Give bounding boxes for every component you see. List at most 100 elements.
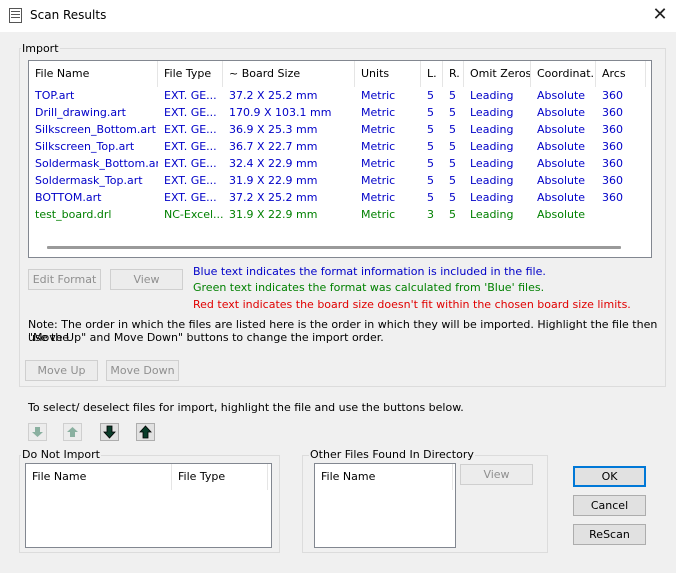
cell-file-name: TOP.art	[35, 89, 75, 102]
cell-l: 5	[427, 174, 434, 187]
arrow-down-small-icon	[32, 427, 43, 437]
cell-r: 5	[449, 191, 456, 204]
column-header-file-name[interactable]: File Name	[315, 464, 453, 490]
cell-coordinates: Absolute	[537, 174, 586, 187]
cell-l: 3	[427, 208, 434, 221]
cell-coordinates: Absolute	[537, 157, 586, 170]
rescan-button[interactable]: ReScan	[573, 524, 646, 545]
cell-file-name: Silkscreen_Bottom.art	[35, 123, 156, 136]
cell-file-type: EXT. GE...	[164, 157, 217, 170]
cell-arcs: 360	[602, 123, 623, 136]
cell-omit-zeros: Leading	[470, 140, 514, 153]
cancel-button[interactable]: Cancel	[573, 495, 646, 516]
column-header-board-size[interactable]: ~ Board Size	[223, 61, 355, 87]
table-row[interactable]: Soldermask_Bottom.art EXT. GE... 32.4 X 22…	[29, 155, 649, 172]
cell-omit-zeros: Leading	[470, 157, 514, 170]
other-files-view-button[interactable]: View	[460, 464, 533, 485]
table-row[interactable]: Soldermask_Top.art EXT. GE... 31.9 X 22.9 …	[29, 172, 649, 189]
cell-units: Metric	[361, 174, 396, 187]
cell-file-type: EXT. GE...	[164, 140, 217, 153]
app-icon	[9, 8, 22, 23]
cell-r: 5	[449, 174, 456, 187]
horizontal-scrollbar[interactable]	[47, 246, 621, 249]
select-instruction: To select/ deselect files for import, hi…	[28, 401, 464, 414]
cell-arcs: 360	[602, 191, 623, 204]
cell-board-size: 36.7 X 22.7 mm	[229, 140, 318, 153]
table-row[interactable]: BOTTOM.art EXT. GE... 37.2 X 25.2 mm Metric…	[29, 189, 649, 206]
cell-file-name: Silkscreen_Top.art	[35, 140, 135, 153]
cell-units: Metric	[361, 106, 396, 119]
cell-r: 5	[449, 140, 456, 153]
cell-r: 5	[449, 89, 456, 102]
move-down-to-other-button[interactable]	[100, 423, 119, 441]
close-icon[interactable]: ✕	[651, 6, 669, 24]
column-header-file-type[interactable]: File Type	[158, 61, 223, 87]
cell-board-size: 170.9 X 103.1 mm	[229, 106, 332, 119]
arrow-up-small-icon	[67, 427, 78, 437]
cell-arcs: 360	[602, 157, 623, 170]
cell-units: Metric	[361, 123, 396, 136]
cell-file-type: EXT. GE...	[164, 89, 217, 102]
cell-units: Metric	[361, 140, 396, 153]
table-row[interactable]: test_board.drl NC-Excel... 31.9 X 22.9 mm M…	[29, 206, 649, 223]
table-row[interactable]: Silkscreen_Bottom.art EXT. GE... 36.9 X 25…	[29, 121, 649, 138]
cell-units: Metric	[361, 157, 396, 170]
legend-blue-text: Blue text indicates the format informati…	[193, 265, 546, 278]
other-files-list[interactable]: File Name	[314, 463, 456, 548]
table-row[interactable]: Drill_drawing.art EXT. GE... 170.9 X 103.1…	[29, 104, 649, 121]
cell-file-name: Soldermask_Top.art	[35, 174, 143, 187]
column-header-coordinates[interactable]: Coordinat...	[531, 61, 596, 87]
do-not-import-label: Do Not Import	[21, 448, 101, 461]
table-row[interactable]: Silkscreen_Top.art EXT. GE... 36.7 X 22.7 …	[29, 138, 649, 155]
cell-units: Metric	[361, 89, 396, 102]
import-file-list[interactable]: File Name File Type ~ Board Size Units L. R. O…	[28, 60, 652, 258]
edit-format-button[interactable]: Edit Format	[28, 269, 101, 290]
ok-button[interactable]: OK	[573, 466, 646, 487]
legend-green-text: Green text indicates the format was calc…	[193, 281, 545, 294]
move-up-from-other-button[interactable]	[136, 423, 155, 441]
cell-board-size: 32.4 X 22.9 mm	[229, 157, 318, 170]
cell-file-name: Soldermask_Bottom.art	[35, 157, 158, 170]
column-header-file-name[interactable]: File Name	[26, 464, 172, 490]
cell-file-type: EXT. GE...	[164, 191, 217, 204]
view-button[interactable]: View	[110, 269, 183, 290]
move-to-do-not-import-button[interactable]	[28, 423, 47, 441]
cell-arcs: 360	[602, 89, 623, 102]
cell-arcs: 360	[602, 174, 623, 187]
cell-file-type: EXT. GE...	[164, 106, 217, 119]
column-header-r[interactable]: R.	[443, 61, 464, 87]
cell-omit-zeros: Leading	[470, 89, 514, 102]
cell-omit-zeros: Leading	[470, 123, 514, 136]
do-not-import-list[interactable]: File Name File Type	[25, 463, 272, 548]
move-up-button[interactable]: Move Up	[25, 360, 98, 381]
cell-r: 5	[449, 157, 456, 170]
column-header-units[interactable]: Units	[355, 61, 421, 87]
column-header-file-type[interactable]: File Type	[172, 464, 268, 490]
cell-units: Metric	[361, 208, 396, 221]
column-header-omit-zeros[interactable]: Omit Zeros	[464, 61, 531, 87]
cell-l: 5	[427, 123, 434, 136]
table-row[interactable]: TOP.art EXT. GE... 37.2 X 25.2 mm Metric 5 5 L…	[29, 87, 649, 104]
cell-units: Metric	[361, 191, 396, 204]
cell-coordinates: Absolute	[537, 191, 586, 204]
column-header-arcs[interactable]: Arcs	[596, 61, 646, 87]
cell-l: 5	[427, 157, 434, 170]
column-header-file-name[interactable]: File Name	[29, 61, 158, 87]
import-group-label: Import	[21, 42, 60, 55]
cell-coordinates: Absolute	[537, 106, 586, 119]
cell-file-name: Drill_drawing.art	[35, 106, 126, 119]
cell-l: 5	[427, 191, 434, 204]
move-down-button[interactable]: Move Down	[106, 360, 179, 381]
cell-board-size: 31.9 X 22.9 mm	[229, 174, 318, 187]
legend-red-text: Red text indicates the board size doesn'…	[193, 298, 631, 311]
column-header-l[interactable]: L.	[421, 61, 443, 87]
cell-r: 5	[449, 106, 456, 119]
cell-l: 5	[427, 140, 434, 153]
cell-file-name: BOTTOM.art	[35, 191, 102, 204]
move-to-import-button[interactable]	[63, 423, 82, 441]
arrow-down-bold-icon	[103, 425, 116, 439]
cell-coordinates: Absolute	[537, 89, 586, 102]
cell-r: 5	[449, 123, 456, 136]
cell-l: 5	[427, 89, 434, 102]
cell-omit-zeros: Leading	[470, 174, 514, 187]
